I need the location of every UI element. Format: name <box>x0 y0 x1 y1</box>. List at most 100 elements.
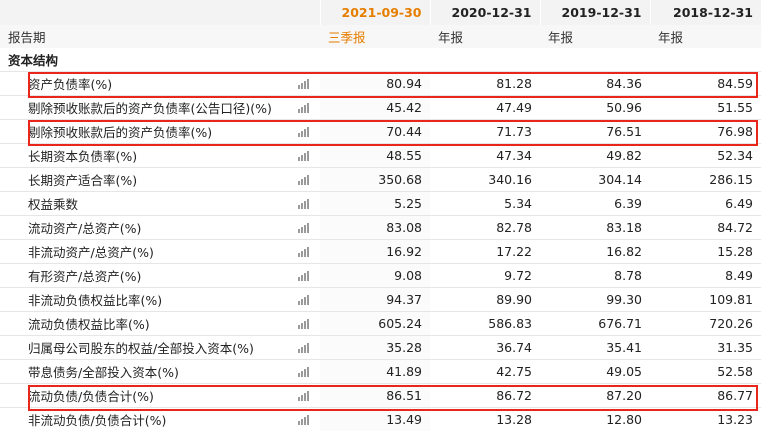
row-value: 84.59 <box>650 70 761 95</box>
row-value: 71.73 <box>430 118 540 143</box>
row-value: 47.34 <box>430 142 540 167</box>
row-label-text: 权益乘数 <box>28 196 79 212</box>
row-value: 86.51 <box>320 382 430 407</box>
bar-chart-icon[interactable] <box>298 270 310 281</box>
row-value: 84.36 <box>540 70 650 95</box>
row-label-text: 流动资产/总资产(%) <box>28 220 142 236</box>
bar-chart-icon[interactable] <box>298 414 310 425</box>
row-value: 48.55 <box>320 142 430 167</box>
row-value: 52.58 <box>650 358 761 383</box>
section-row: 资本结构 <box>0 48 761 71</box>
row-label: 长期资本负债率(%) <box>0 142 320 167</box>
bar-chart-icon[interactable] <box>298 222 310 233</box>
bar-chart-icon[interactable] <box>298 390 310 401</box>
row-value: 82.78 <box>430 214 540 239</box>
row-value: 84.72 <box>650 214 761 239</box>
row-value: 8.78 <box>540 262 650 287</box>
section-blank <box>430 48 540 71</box>
row-value: 52.34 <box>650 142 761 167</box>
bar-chart-icon[interactable] <box>298 342 310 353</box>
section-blank <box>320 48 430 71</box>
row-label-text: 长期资产适合率(%) <box>28 172 138 188</box>
row-label-text: 非流动负债/负债合计(%) <box>28 412 167 428</box>
bar-chart-icon[interactable] <box>298 150 310 161</box>
financial-ratio-table: 2021-09-30 2020-12-31 2019-12-31 2018-12… <box>0 0 761 431</box>
report-type-value: 年报 <box>430 25 540 48</box>
table-row: 流动负债权益比率(%) 605.24 586.83 676.71 720.26 <box>0 310 761 335</box>
period-header-2018-12-31[interactable]: 2018-12-31 <box>649 0 761 25</box>
row-value: 5.34 <box>430 190 540 215</box>
row-value: 35.41 <box>540 334 650 359</box>
row-value: 49.05 <box>540 358 650 383</box>
table-row: 剔除预收账款后的资产负债率(公告口径)(%) 45.42 47.49 50.96 51.… <box>0 94 761 119</box>
row-value: 83.08 <box>320 214 430 239</box>
bar-chart-icon[interactable] <box>298 246 310 257</box>
row-value: 6.39 <box>540 190 650 215</box>
row-label-text: 归属母公司股东的权益/全部投入资本(%) <box>28 340 254 356</box>
row-value: 586.83 <box>430 310 540 335</box>
row-value: 49.82 <box>540 142 650 167</box>
row-value: 83.18 <box>540 214 650 239</box>
table-row: 剔除预收账款后的资产负债率(%) 70.44 71.73 76.51 76.98 <box>0 118 761 143</box>
row-value: 86.77 <box>650 382 761 407</box>
row-value: 605.24 <box>320 310 430 335</box>
row-value: 12.80 <box>540 406 650 431</box>
row-label: 非流动负债权益比率(%) <box>0 286 320 311</box>
row-label-text: 资产负债率(%) <box>28 76 113 92</box>
bar-chart-icon[interactable] <box>298 318 310 329</box>
period-header-2020-12-31[interactable]: 2020-12-31 <box>429 0 540 25</box>
report-type-value: 三季报 <box>320 25 430 48</box>
header-blank <box>0 0 320 25</box>
bar-chart-icon[interactable] <box>298 198 310 209</box>
row-label: 剔除预收账款后的资产负债率(%) <box>0 118 320 143</box>
row-value: 76.51 <box>540 118 650 143</box>
table-row: 带息债务/全部投入资本(%) 41.89 42.75 49.05 52.58 <box>0 358 761 383</box>
bar-chart-icon[interactable] <box>298 366 310 377</box>
row-value: 340.16 <box>430 166 540 191</box>
table-row: 长期资本负债率(%) 48.55 47.34 49.82 52.34 <box>0 142 761 167</box>
row-value: 47.49 <box>430 94 540 119</box>
section-blank <box>650 48 761 71</box>
row-label: 长期资产适合率(%) <box>0 166 320 191</box>
bar-chart-icon[interactable] <box>298 174 310 185</box>
section-title: 资本结构 <box>8 52 59 68</box>
row-value: 31.35 <box>650 334 761 359</box>
row-label: 权益乘数 <box>0 190 320 215</box>
bar-chart-icon[interactable] <box>298 78 310 89</box>
row-label: 流动资产/总资产(%) <box>0 214 320 239</box>
row-value: 286.15 <box>650 166 761 191</box>
row-label-text: 带息债务/全部投入资本(%) <box>28 364 179 380</box>
row-label: 带息债务/全部投入资本(%) <box>0 358 320 383</box>
row-value: 70.44 <box>320 118 430 143</box>
row-value: 8.49 <box>650 262 761 287</box>
row-value: 94.37 <box>320 286 430 311</box>
row-label-text: 非流动资产/总资产(%) <box>28 244 154 260</box>
row-value: 9.08 <box>320 262 430 287</box>
row-label-text: 剔除预收账款后的资产负债率(%) <box>28 124 213 140</box>
row-value: 676.71 <box>540 310 650 335</box>
row-value: 99.30 <box>540 286 650 311</box>
row-value: 42.75 <box>430 358 540 383</box>
row-value: 17.22 <box>430 238 540 263</box>
row-value: 76.98 <box>650 118 761 143</box>
row-value: 13.49 <box>320 406 430 431</box>
row-label: 流动负债权益比率(%) <box>0 310 320 335</box>
table-row: 非流动资产/总资产(%) 16.92 17.22 16.82 15.28 <box>0 238 761 263</box>
bar-chart-icon[interactable] <box>298 126 310 137</box>
period-header-2021-09-30[interactable]: 2021-09-30 <box>319 0 430 25</box>
row-value: 16.82 <box>540 238 650 263</box>
row-label: 非流动资产/总资产(%) <box>0 238 320 263</box>
row-label: 有形资产/总资产(%) <box>0 262 320 287</box>
bar-chart-icon[interactable] <box>298 102 310 113</box>
row-label: 剔除预收账款后的资产负债率(公告口径)(%) <box>0 94 320 119</box>
row-value: 50.96 <box>540 94 650 119</box>
row-value: 87.20 <box>540 382 650 407</box>
report-type-label: 报告期 <box>0 25 320 48</box>
row-value: 15.28 <box>650 238 761 263</box>
table-row: 流动负债/负债合计(%) 86.51 86.72 87.20 86.77 <box>0 382 761 407</box>
row-value: 86.72 <box>430 382 540 407</box>
period-header-2019-12-31[interactable]: 2019-12-31 <box>539 0 650 25</box>
bar-chart-icon[interactable] <box>298 294 310 305</box>
row-value: 51.55 <box>650 94 761 119</box>
period-header-row: 2021-09-30 2020-12-31 2019-12-31 2018-12… <box>0 0 761 25</box>
